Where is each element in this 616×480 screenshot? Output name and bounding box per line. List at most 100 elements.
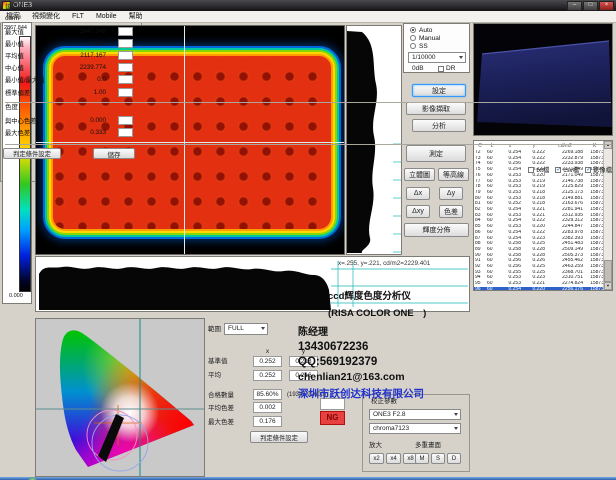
stat-judge-box: [118, 39, 133, 48]
scroll-thumb[interactable]: [604, 260, 612, 282]
multi-screen-D-button[interactable]: D: [447, 453, 461, 464]
range-row-label: 平均: [208, 372, 221, 380]
stat-value: 0.000: [90, 117, 118, 124]
radio-icon[interactable]: [410, 43, 416, 49]
stat-judge-box: [118, 63, 133, 72]
radio-icon[interactable]: [410, 35, 416, 41]
stat-row: 中心值2239.774: [1, 62, 137, 74]
contour-button[interactable]: 等高線: [438, 168, 469, 181]
table-scrollbar[interactable]: ▲ ▼: [603, 141, 612, 290]
zoom-x4-button[interactable]: x4: [386, 453, 401, 464]
chevron-down-icon: [261, 327, 265, 330]
measurement-table-pane: CLxycd/m2K 72600.2540.2222269.1881587373…: [473, 140, 613, 291]
chevron-down-icon: [459, 56, 463, 59]
table-header: CLxycd/m2K: [474, 141, 605, 150]
stat-judge-box: [118, 27, 133, 36]
menu-item-視頻變化[interactable]: 視頻變化: [26, 12, 66, 22]
range-judge-settings-button[interactable]: 判定條件設定: [250, 431, 308, 443]
chevron-down-icon: [454, 413, 458, 416]
save-format-checkboxes: txt檔 ✓csv檔 ✓影像檔: [528, 165, 612, 174]
shutter-select[interactable]: 1/10000: [408, 52, 466, 63]
crosshair-horizontal[interactable]: [36, 142, 345, 143]
delta-y-button[interactable]: Δy: [439, 187, 463, 200]
menu-item-FLT[interactable]: FLT: [66, 12, 90, 22]
menu-item-Mobile[interactable]: Mobile: [90, 12, 123, 22]
maximize-button[interactable]: □: [583, 1, 598, 11]
stat-judge-box: [118, 51, 133, 60]
stat-row: 最大值2847.249: [1, 25, 137, 37]
save-format-option[interactable]: ✓影像檔: [585, 165, 612, 174]
delta-xy-button[interactable]: Δxy: [406, 205, 430, 218]
calibration-select[interactable]: ONE3 F2.8: [369, 409, 461, 420]
zoom-label: 放大: [369, 442, 382, 450]
luminance-dist-button[interactable]: 輝度分佈: [404, 223, 469, 237]
table-cell: 0.254: [498, 287, 522, 291]
stat-label: 中心值: [5, 63, 24, 72]
exposure-mode-auto[interactable]: Auto: [410, 26, 469, 34]
scroll-down-icon[interactable]: ▼: [604, 282, 612, 290]
range-select[interactable]: FULL: [224, 323, 268, 335]
calibration-group: 校正參數 ONE3 F2.8chroma7123 放大 x2x4x8 多重畫面 …: [362, 394, 470, 472]
zoom-x2-button[interactable]: x2: [369, 453, 384, 464]
analyze-button[interactable]: 分析: [412, 119, 466, 132]
capture-button[interactable]: 影像擷取: [406, 102, 466, 115]
exposure-mode-ss[interactable]: SS: [410, 42, 469, 50]
checkbox-icon[interactable]: [528, 167, 534, 173]
save-button[interactable]: 儲存: [93, 148, 135, 159]
save-format-option[interactable]: txt檔: [528, 165, 549, 174]
cie-diagram-pane: [35, 318, 205, 477]
stat-label: 最大色差: [5, 128, 30, 137]
checkbox-icon[interactable]: ✓: [585, 167, 591, 173]
judge-settings-button[interactable]: 判定條件設定: [3, 148, 61, 159]
delta-x-button[interactable]: Δx: [406, 187, 430, 200]
cie-diagram[interactable]: [36, 319, 204, 476]
chevron-down-icon: [454, 427, 458, 430]
radio-icon[interactable]: [410, 27, 416, 33]
max-diff-label: 最大色差: [208, 419, 234, 427]
stat-row: 平均值2117.167: [1, 49, 137, 61]
set-button[interactable]: 設定: [412, 84, 466, 97]
col-y-header: y: [289, 348, 318, 356]
dr-label: DR: [446, 65, 455, 72]
multi-screen-S-button[interactable]: S: [431, 453, 445, 464]
exposure-mode-label: Auto: [419, 27, 432, 34]
range-row-x-value: 0.252: [253, 356, 282, 367]
stat-label: 最小值/最大值: [5, 75, 45, 84]
exposure-mode-manual[interactable]: Manual: [410, 34, 469, 42]
table-row[interactable]: 96600.2540.2202256.17615873: [474, 287, 605, 291]
preview-image: [474, 24, 612, 135]
titlebar[interactable]: ONE3 – □ ×: [0, 0, 616, 11]
table-cell: 0.220: [522, 287, 546, 291]
minimize-button[interactable]: –: [567, 1, 582, 11]
close-button[interactable]: ×: [599, 1, 614, 11]
pass-count-value: 85.60%: [253, 389, 282, 400]
stat-judge-box: [118, 88, 133, 97]
stat-row: 與中心色差0.000: [1, 114, 137, 126]
crosshair-vertical[interactable]: [184, 26, 185, 255]
range-row-y-value: 0.216: [289, 370, 318, 381]
checkbox-label: txt檔: [536, 165, 549, 174]
table-cell: 15873: [584, 287, 605, 291]
range-row-label: 基準值: [208, 358, 228, 366]
solid-view-button[interactable]: 立體圖: [404, 168, 435, 181]
save-format-option[interactable]: ✓csv檔: [555, 165, 579, 174]
color-diff-button[interactable]: 色差: [439, 205, 463, 218]
scroll-up-icon[interactable]: ▲: [604, 141, 612, 149]
measure-button[interactable]: 測定: [406, 145, 466, 162]
stats-unit: cd/m²: [5, 15, 21, 23]
table-column-header: C: [474, 141, 486, 150]
app-window: ONE3 – □ × 檔案視頻變化FLTMobile幫助 2867.844 0.…: [0, 0, 616, 480]
range-label: 範圍: [208, 326, 221, 334]
dr-checkbox[interactable]: [438, 66, 444, 72]
col-x-header: x: [253, 348, 282, 356]
checkbox-icon[interactable]: ✓: [555, 167, 561, 173]
menu-item-幫助[interactable]: 幫助: [123, 12, 149, 22]
calibration-select-value: ONE3 F2.8: [373, 411, 406, 418]
gain-label: 0dB: [412, 65, 424, 73]
stats-title: 位置表示: [5, 3, 31, 11]
cursor-readout: x=.255, y=.221, cd/m2=2229.401: [338, 260, 430, 267]
ng-indicator: NG: [320, 411, 345, 425]
calibration-select[interactable]: chroma7123: [369, 423, 461, 434]
multi-screen-M-button[interactable]: M: [415, 453, 429, 464]
range-row-x-value: 0.252: [253, 370, 282, 381]
